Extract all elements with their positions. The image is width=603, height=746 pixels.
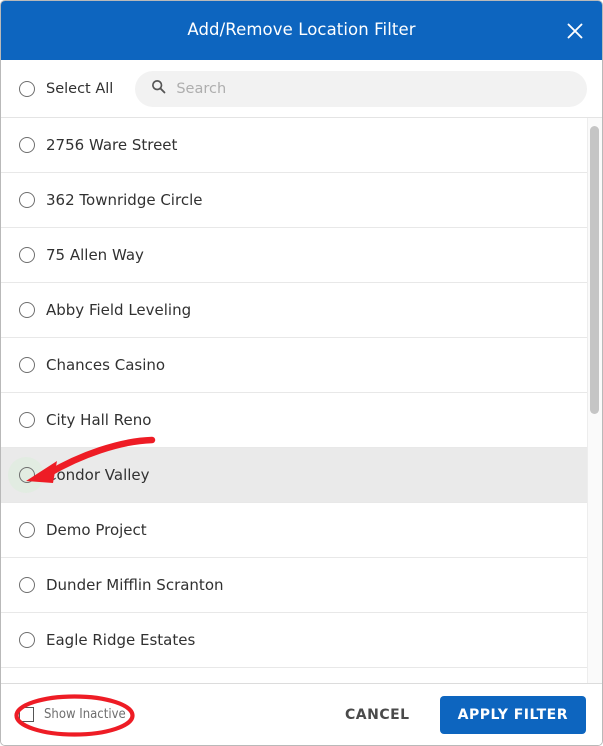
- list-item-label: Abby Field Leveling: [46, 301, 192, 319]
- list-item-label: 2756 Ware Street: [46, 136, 178, 154]
- cancel-button[interactable]: CANCEL: [329, 697, 426, 733]
- list-item-label: 75 Allen Way: [46, 246, 144, 264]
- list-item[interactable]: 362 Townridge Circle: [1, 173, 602, 228]
- list-item-label: Dunder Mifflin Scranton: [46, 576, 224, 594]
- close-icon: [565, 21, 585, 41]
- list-item-radio[interactable]: [19, 632, 35, 648]
- list-item[interactable]: City Hall Reno: [1, 393, 602, 448]
- list-item[interactable]: Condor Valley: [1, 448, 602, 503]
- list-item-radio[interactable]: [19, 522, 35, 538]
- apply-filter-button[interactable]: APPLY FILTER: [439, 695, 586, 734]
- add-remove-location-filter-dialog: Add/Remove Location Filter Select All Se…: [0, 0, 603, 746]
- list-item-label: Demo Project: [46, 521, 147, 539]
- list-item-label: 362 Townridge Circle: [46, 191, 203, 209]
- list-item[interactable]: Chances Casino: [1, 338, 602, 393]
- show-inactive-label: Show Inactive: [44, 707, 126, 722]
- dialog-footer: Show Inactive CANCEL APPLY FILTER: [1, 684, 602, 745]
- list-item-label: Eagle Ridge Estates: [46, 631, 196, 649]
- search-icon: [151, 79, 166, 98]
- list-item[interactable]: Eagle Ridge Estates: [1, 613, 602, 668]
- dialog-header: Add/Remove Location Filter: [1, 1, 602, 60]
- select-all-label: Select All: [46, 80, 114, 97]
- list-toolbar: Select All: [1, 60, 602, 118]
- page-title: Add/Remove Location Filter: [187, 20, 416, 40]
- show-inactive-checkbox[interactable]: [19, 707, 34, 722]
- select-all-option[interactable]: Select All: [19, 80, 114, 97]
- search-box[interactable]: [135, 70, 587, 107]
- list-item-label: Condor Valley: [46, 466, 150, 484]
- location-list[interactable]: 2756 Ware Street 362 Townridge Circle 75 A…: [1, 118, 602, 683]
- list-item-radio[interactable]: [19, 247, 35, 263]
- list-item[interactable]: Dunder Mifflin Scranton: [1, 558, 602, 613]
- show-inactive-option[interactable]: Show Inactive: [19, 707, 126, 722]
- location-list-container: 2756 Ware Street 362 Townridge Circle 75 A…: [1, 118, 602, 684]
- close-button[interactable]: [558, 14, 592, 48]
- search-input[interactable]: [176, 70, 571, 107]
- list-scrollbar-track[interactable]: [587, 118, 602, 683]
- list-item-radio[interactable]: [19, 467, 35, 483]
- list-item-label: City Hall Reno: [46, 411, 152, 429]
- list-scrollbar-thumb[interactable]: [590, 126, 599, 414]
- list-item-radio[interactable]: [19, 137, 35, 153]
- list-item-radio[interactable]: [19, 412, 35, 428]
- list-item[interactable]: Abby Field Leveling: [1, 283, 602, 338]
- list-item[interactable]: Demo Project: [1, 503, 602, 558]
- list-item-radio[interactable]: [19, 577, 35, 593]
- list-item-radio[interactable]: [19, 357, 35, 373]
- list-item[interactable]: 2756 Ware Street: [1, 118, 602, 173]
- list-item-label: Chances Casino: [46, 356, 166, 374]
- list-item-radio[interactable]: [19, 192, 35, 208]
- select-all-radio[interactable]: [19, 80, 35, 97]
- list-item-radio[interactable]: [19, 302, 35, 318]
- list-item[interactable]: 75 Allen Way: [1, 228, 602, 283]
